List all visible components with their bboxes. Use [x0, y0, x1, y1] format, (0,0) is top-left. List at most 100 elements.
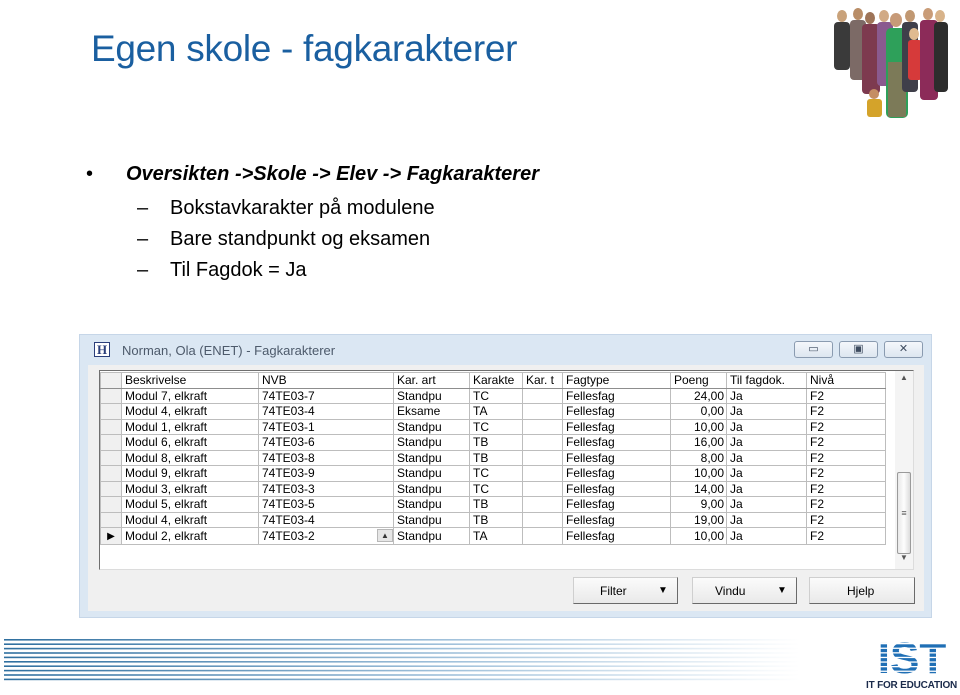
table-row[interactable]: Modul 6, elkraft 74TE03-6 Standpu TB Fellesf… — [100, 434, 886, 451]
cell-beskrivelse[interactable]: Modul 1, elkraft — [121, 418, 259, 435]
vindu-button[interactable]: Vindu ▼ — [692, 577, 797, 604]
cell-karakter[interactable]: TB — [469, 511, 523, 528]
scroll-up-arrow-icon[interactable]: ▲ — [895, 373, 913, 387]
row-selector[interactable] — [100, 480, 122, 497]
cell-nvb[interactable]: 74TE03-4 — [258, 511, 394, 528]
cell-kar-t[interactable] — [522, 387, 563, 404]
cell-niva[interactable]: F2 — [806, 418, 886, 435]
cell-kar-t[interactable] — [522, 480, 563, 497]
cell-beskrivelse[interactable]: Modul 2, elkraft — [121, 527, 259, 545]
maximize-button[interactable]: ▣ — [839, 341, 878, 358]
grades-grid[interactable]: Beskrivelse NVB Kar. art Karakte Kar. t … — [99, 370, 914, 570]
cell-beskrivelse[interactable]: Modul 4, elkraft — [121, 511, 259, 528]
cell-kar-t[interactable] — [522, 496, 563, 513]
cell-til-fagdok[interactable]: Ja — [726, 527, 807, 545]
column-header-niva[interactable]: Nivå — [806, 372, 886, 389]
cell-karakter[interactable]: TB — [469, 449, 523, 466]
cell-karakter[interactable]: TB — [469, 496, 523, 513]
cell-niva[interactable]: F2 — [806, 449, 886, 466]
table-row[interactable]: Modul 1, elkraft 74TE03-1 Standpu TC Fellesf… — [100, 418, 886, 435]
column-header-kar-t[interactable]: Kar. t — [522, 372, 563, 389]
cell-kar-t[interactable] — [522, 511, 563, 528]
cell-poeng[interactable]: 0,00 — [670, 403, 727, 420]
column-header-karakter[interactable]: Karakte — [469, 372, 523, 389]
cell-fagtype[interactable]: Fellesfag — [562, 527, 671, 545]
table-row[interactable]: ▶ Modul 2, elkraft ▲ 74TE03-2 Standpu TA Felle… — [100, 527, 886, 545]
cell-fagtype[interactable]: Fellesfag — [562, 511, 671, 528]
cell-kar-t[interactable] — [522, 465, 563, 482]
column-header-poeng[interactable]: Poeng — [670, 372, 727, 389]
column-header-fagtype[interactable]: Fagtype — [562, 372, 671, 389]
cell-nvb[interactable]: 74TE03-9 — [258, 465, 394, 482]
cell-kar-t[interactable] — [522, 527, 563, 545]
cell-kar-art[interactable]: Standpu — [393, 465, 470, 482]
cell-til-fagdok[interactable]: Ja — [726, 418, 807, 435]
column-header-kar-art[interactable]: Kar. art — [393, 372, 470, 389]
cell-niva[interactable]: F2 — [806, 480, 886, 497]
cell-nvb[interactable]: 74TE03-5 — [258, 496, 394, 513]
app-icon[interactable]: H — [94, 342, 110, 357]
table-row[interactable]: Modul 3, elkraft 74TE03-3 Standpu TC Fellesf… — [100, 480, 886, 497]
cell-nvb[interactable]: 74TE03-8 — [258, 449, 394, 466]
row-selector[interactable] — [100, 496, 122, 513]
cell-kar-art[interactable]: Standpu — [393, 449, 470, 466]
cell-kar-art[interactable]: Standpu — [393, 496, 470, 513]
row-selector[interactable] — [100, 465, 122, 482]
cell-beskrivelse[interactable]: Modul 3, elkraft — [121, 480, 259, 497]
cell-til-fagdok[interactable]: Ja — [726, 465, 807, 482]
cell-til-fagdok[interactable]: Ja — [726, 496, 807, 513]
cell-nvb[interactable]: 74TE03-7 — [258, 387, 394, 404]
cell-kar-art[interactable]: Standpu — [393, 418, 470, 435]
cell-niva[interactable]: F2 — [806, 403, 886, 420]
cell-poeng[interactable]: 19,00 — [670, 511, 727, 528]
cell-beskrivelse[interactable]: Modul 6, elkraft — [121, 434, 259, 451]
row-selector-header[interactable] — [100, 372, 122, 389]
table-row[interactable]: Modul 4, elkraft 74TE03-4 Eksame TA Fellesfa… — [100, 403, 886, 420]
cell-karakter[interactable]: TB — [469, 434, 523, 451]
scroll-down-arrow-icon[interactable]: ▼ — [895, 553, 913, 567]
cell-niva[interactable]: F2 — [806, 496, 886, 513]
cell-poeng[interactable]: 24,00 — [670, 387, 727, 404]
cell-niva[interactable]: F2 — [806, 434, 886, 451]
cell-poeng[interactable]: 16,00 — [670, 434, 727, 451]
cell-til-fagdok[interactable]: Ja — [726, 511, 807, 528]
cell-niva[interactable]: F2 — [806, 387, 886, 404]
cell-kar-t[interactable] — [522, 449, 563, 466]
cell-poeng[interactable]: 14,00 — [670, 480, 727, 497]
cell-karakter[interactable]: TA — [469, 527, 523, 545]
filter-button[interactable]: Filter ▼ — [573, 577, 678, 604]
cell-nvb[interactable]: 74TE03-4 — [258, 403, 394, 420]
cell-poeng[interactable]: 10,00 — [670, 418, 727, 435]
cell-kar-t[interactable] — [522, 434, 563, 451]
cell-fagtype[interactable]: Fellesfag — [562, 434, 671, 451]
cell-kar-art[interactable]: Standpu — [393, 527, 470, 545]
cell-beskrivelse[interactable]: Modul 8, elkraft — [121, 449, 259, 466]
cell-poeng[interactable]: 10,00 — [670, 465, 727, 482]
cell-fagtype[interactable]: Fellesfag — [562, 387, 671, 404]
cell-nvb[interactable]: 74TE03-1 — [258, 418, 394, 435]
cell-kar-art[interactable]: Standpu — [393, 480, 470, 497]
cell-dropdown-button[interactable]: ▲ — [377, 529, 393, 542]
cell-til-fagdok[interactable]: Ja — [726, 387, 807, 404]
row-selector[interactable] — [100, 387, 122, 404]
row-selector[interactable] — [100, 418, 122, 435]
cell-til-fagdok[interactable]: Ja — [726, 403, 807, 420]
cell-fagtype[interactable]: Fellesfag — [562, 449, 671, 466]
cell-beskrivelse[interactable]: Modul 5, elkraft — [121, 496, 259, 513]
column-header-til-fagdok[interactable]: Til fagdok. — [726, 372, 807, 389]
cell-poeng[interactable]: 10,00 — [670, 527, 727, 545]
cell-kar-art[interactable]: Eksame — [393, 403, 470, 420]
row-selector[interactable] — [100, 511, 122, 528]
cell-beskrivelse[interactable]: Modul 9, elkraft — [121, 465, 259, 482]
column-header-nvb[interactable]: NVB — [258, 372, 394, 389]
cell-fagtype[interactable]: Fellesfag — [562, 496, 671, 513]
table-row[interactable]: Modul 4, elkraft 74TE03-4 Standpu TB Fellesf… — [100, 511, 886, 528]
cell-nvb[interactable]: 74TE03-3 — [258, 480, 394, 497]
hjelp-button[interactable]: Hjelp — [809, 577, 915, 604]
scrollbar-thumb[interactable]: ≡ — [897, 472, 911, 554]
cell-nvb[interactable]: ▲ 74TE03-2 — [258, 527, 394, 545]
cell-til-fagdok[interactable]: Ja — [726, 480, 807, 497]
table-row[interactable]: Modul 7, elkraft 74TE03-7 Standpu TC Fellesf… — [100, 387, 886, 404]
cell-kar-art[interactable]: Standpu — [393, 434, 470, 451]
cell-karakter[interactable]: TC — [469, 465, 523, 482]
